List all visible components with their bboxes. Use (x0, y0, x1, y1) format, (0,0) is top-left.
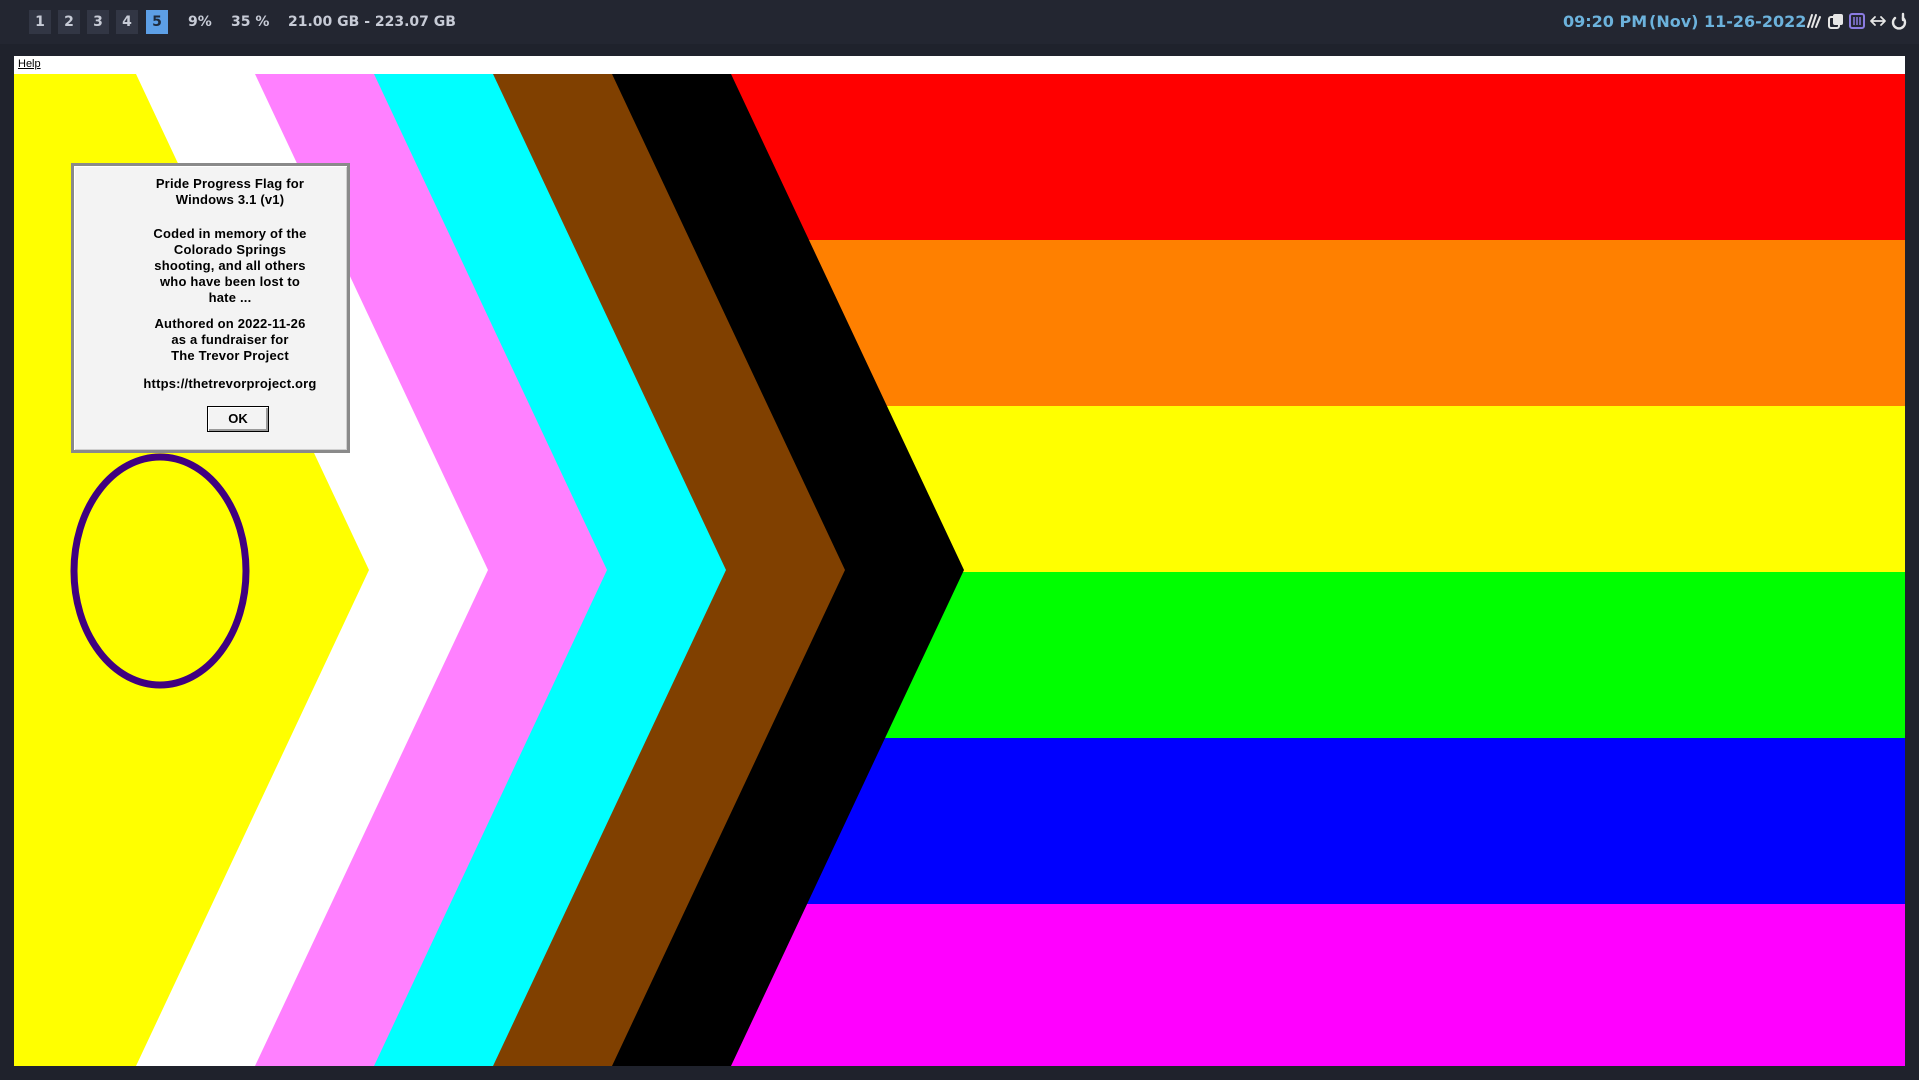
battery-icon[interactable] (1848, 12, 1866, 30)
workspace-4-button[interactable]: 4 (116, 10, 138, 34)
dialog-authored-line2: as a fundraiser for (171, 332, 289, 347)
ok-button[interactable]: OK (207, 406, 269, 432)
swap-icon[interactable] (1869, 12, 1887, 30)
top-status-bar: 1 2 3 4 5 9% 35 % 21.00 GB - 223.07 GB 0… (0, 0, 1919, 44)
dialog-title-line1: Pride Progress Flag for (155, 176, 305, 191)
workspace-2-button[interactable]: 2 (58, 10, 80, 34)
workspace-3-button[interactable]: 3 (87, 10, 109, 34)
dialog-authored-line1: Authored on 2022-11-26 (154, 316, 306, 331)
dialog-memorial-line1: Coded in memory of the (153, 226, 307, 241)
about-dialog: Pride Progress Flag for Windows 3.1 (v1)… (71, 163, 350, 453)
power-icon[interactable] (1890, 12, 1908, 30)
dialog-title-line2: Windows 3.1 (v1) (175, 192, 285, 207)
flag-app-window: Help Pride Progress Flag for Windows 3.1… (14, 56, 1905, 1066)
dialog-memorial-line4: who have been lost to (160, 274, 300, 289)
workspace-1-button[interactable]: 1 (29, 10, 51, 34)
menu-bar: Help (14, 56, 1905, 74)
clipboard-icon[interactable] (1827, 12, 1845, 30)
cpu-usage: 9% (188, 14, 212, 30)
memory-usage: 35 % (231, 14, 270, 30)
dialog-memorial-line3: shooting, and all others (154, 258, 306, 273)
network-icon[interactable] (1805, 12, 1823, 30)
dialog-authored-line3: The Trevor Project (171, 348, 289, 363)
disk-usage: 21.00 GB - 223.07 GB (288, 14, 456, 30)
clock-date[interactable]: (Nov) 11-26-2022 (1649, 10, 1806, 34)
dialog-memorial-line2: Colorado Springs (173, 242, 287, 257)
help-menu[interactable]: Help (18, 58, 41, 70)
dialog-url: https://thetrevorproject.org (143, 376, 317, 391)
clock-time: 09:20 PM (1563, 12, 1648, 31)
workspace-5-button[interactable]: 5 (146, 10, 168, 34)
dialog-memorial-line5: hate ... (208, 290, 252, 305)
